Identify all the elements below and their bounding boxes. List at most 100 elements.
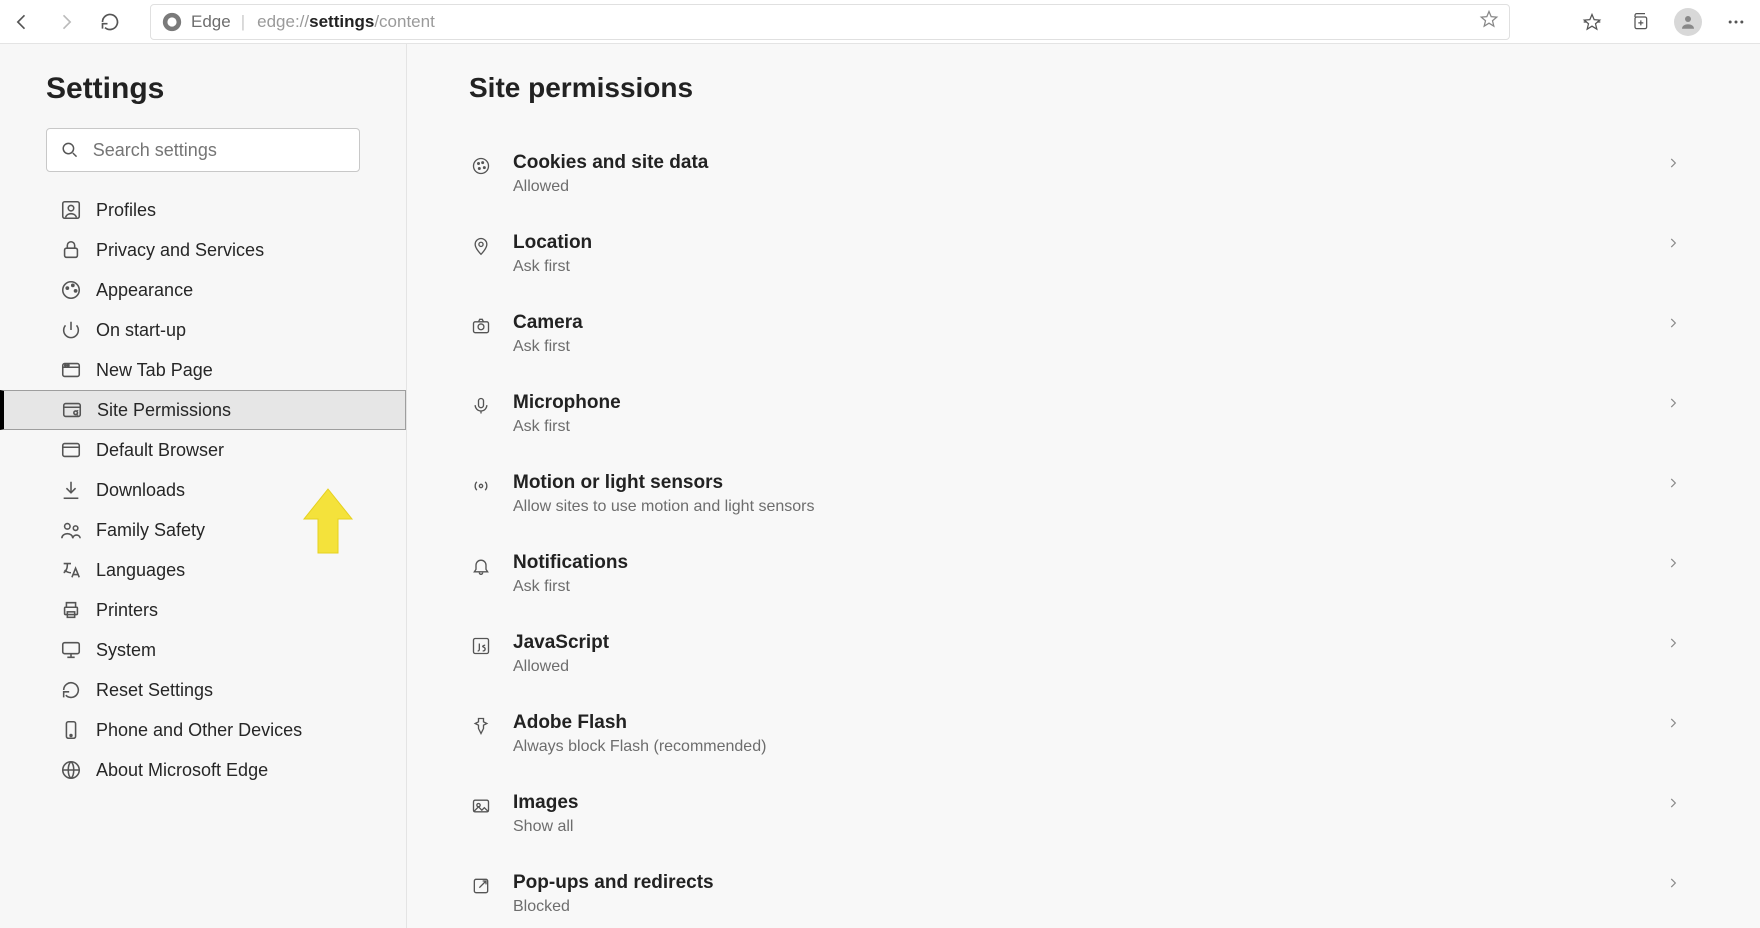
- permission-title: Cookies and site data: [513, 152, 1666, 174]
- sidebar-item-system[interactable]: System: [0, 630, 406, 670]
- permission-title: Motion or light sensors: [513, 472, 1666, 494]
- forward-button[interactable]: [44, 0, 88, 44]
- browser-name-label: Edge: [191, 12, 231, 32]
- permission-text: NotificationsAsk first: [513, 552, 1666, 596]
- sidebar-item-printers[interactable]: Printers: [0, 590, 406, 630]
- permission-text: ImagesShow all: [513, 792, 1666, 836]
- permissions-list: Cookies and site dataAllowedLocationAsk …: [469, 134, 1690, 928]
- permission-row-pop-ups-and-redirects[interactable]: Pop-ups and redirectsBlocked: [469, 854, 1690, 928]
- js-icon: [469, 634, 493, 658]
- permission-row-camera[interactable]: CameraAsk first: [469, 294, 1690, 374]
- sidebar-item-site-permissions[interactable]: Site Permissions: [0, 390, 406, 430]
- permission-row-cookies-and-site-data[interactable]: Cookies and site dataAllowed: [469, 134, 1690, 214]
- permission-subtitle: Ask first: [513, 578, 1666, 596]
- permission-text: Cookies and site dataAllowed: [513, 152, 1666, 196]
- permission-subtitle: Blocked: [513, 898, 1666, 916]
- permission-text: Motion or light sensors Allow sites to us…: [513, 472, 1666, 516]
- search-icon: [61, 140, 79, 160]
- sidebar-item-label: About Microsoft Edge: [96, 760, 268, 781]
- sidebar-item-languages[interactable]: Languages: [0, 550, 406, 590]
- bell-icon: [469, 554, 493, 578]
- cookie-icon: [469, 154, 493, 178]
- sidebar-item-on-start-up[interactable]: On start-up: [0, 310, 406, 350]
- more-menu-button[interactable]: [1712, 0, 1760, 44]
- sidebar-item-downloads[interactable]: Downloads: [0, 470, 406, 510]
- address-bar[interactable]: Edge | edge://settings/content: [150, 4, 1510, 40]
- sidebar-item-privacy-and-services[interactable]: Privacy and Services: [0, 230, 406, 270]
- camera-icon: [469, 314, 493, 338]
- permission-row-adobe-flash[interactable]: Adobe Flash Always block Flash (recommend…: [469, 694, 1690, 774]
- permission-subtitle: Ask first: [513, 338, 1666, 356]
- sidebar-item-profiles[interactable]: Profiles: [0, 190, 406, 230]
- permission-title: Microphone: [513, 392, 1666, 414]
- sidebar-item-label: Privacy and Services: [96, 240, 264, 261]
- settings-main-panel: Site permissions Cookies and site dataAl…: [407, 44, 1760, 928]
- permission-subtitle: Always block Flash (recommended): [513, 738, 1666, 756]
- sidebar-item-about-microsoft-edge[interactable]: About Microsoft Edge: [0, 750, 406, 790]
- location-icon: [469, 234, 493, 258]
- search-settings-box[interactable]: [46, 128, 360, 172]
- favorite-star-icon[interactable]: [1479, 9, 1499, 34]
- permission-title: Adobe Flash: [513, 712, 1666, 734]
- mic-icon: [469, 394, 493, 418]
- printer-icon: [60, 599, 82, 621]
- permission-row-javascript[interactable]: JavaScript Allowed: [469, 614, 1690, 694]
- chevron-right-icon: [1666, 156, 1690, 170]
- permission-text: Microphone Ask first: [513, 392, 1666, 436]
- settings-title: Settings: [46, 72, 360, 106]
- back-button[interactable]: [0, 0, 44, 44]
- search-settings-input[interactable]: [93, 140, 345, 161]
- address-divider: |: [241, 12, 245, 32]
- chevron-right-icon: [1666, 876, 1690, 890]
- sidebar-item-label: New Tab Page: [96, 360, 213, 381]
- family-icon: [60, 519, 82, 541]
- privacy-icon: [60, 239, 82, 261]
- default-icon: [60, 439, 82, 461]
- permission-row-location[interactable]: LocationAsk first: [469, 214, 1690, 294]
- chevron-right-icon: [1666, 796, 1690, 810]
- chevron-right-icon: [1666, 316, 1690, 330]
- system-icon: [60, 639, 82, 661]
- sidebar-item-label: On start-up: [96, 320, 186, 341]
- chevron-right-icon: [1666, 476, 1690, 490]
- chevron-right-icon: [1666, 556, 1690, 570]
- sidebar-item-family-safety[interactable]: Family Safety: [0, 510, 406, 550]
- sidebar-item-phone-and-other-devices[interactable]: Phone and Other Devices: [0, 710, 406, 750]
- permission-subtitle: Allowed: [513, 658, 1666, 676]
- refresh-button[interactable]: [88, 0, 132, 44]
- sidebar-item-reset-settings[interactable]: Reset Settings: [0, 670, 406, 710]
- sidebar-item-new-tab-page[interactable]: New Tab Page: [0, 350, 406, 390]
- permission-subtitle: Allow sites to use motion and light sens…: [513, 498, 1666, 516]
- page-heading: Site permissions: [469, 72, 1690, 104]
- permission-subtitle: Ask first: [513, 258, 1666, 276]
- phone-icon: [60, 719, 82, 741]
- permission-text: Pop-ups and redirectsBlocked: [513, 872, 1666, 916]
- profile-avatar[interactable]: [1664, 0, 1712, 44]
- edge-logo-icon: [161, 11, 183, 33]
- permission-text: JavaScript Allowed: [513, 632, 1666, 676]
- permission-row-notifications[interactable]: NotificationsAsk first: [469, 534, 1690, 614]
- sidebar-item-label: Default Browser: [96, 440, 224, 461]
- browser-toolbar: Edge | edge://settings/content: [0, 0, 1760, 44]
- sidebar-item-label: Profiles: [96, 200, 156, 221]
- profiles-icon: [60, 199, 82, 221]
- permission-row-motion-or-light-sensors[interactable]: Motion or light sensors Allow sites to us…: [469, 454, 1690, 534]
- permission-title: JavaScript: [513, 632, 1666, 654]
- sidebar-item-label: Phone and Other Devices: [96, 720, 302, 741]
- sidebar-item-default-browser[interactable]: Default Browser: [0, 430, 406, 470]
- sidebar-item-label: Printers: [96, 600, 158, 621]
- sidebar-item-appearance[interactable]: Appearance: [0, 270, 406, 310]
- settings-nav: Profiles Privacy and Services Appearance On…: [0, 190, 406, 790]
- permission-row-microphone[interactable]: Microphone Ask first: [469, 374, 1690, 454]
- permission-subtitle: Ask first: [513, 418, 1666, 436]
- settings-sidebar: Settings Profiles Privacy and Services App…: [0, 44, 407, 928]
- favorites-button[interactable]: [1568, 0, 1616, 44]
- download-icon: [60, 479, 82, 501]
- power-icon: [60, 319, 82, 341]
- newtab-icon: [60, 359, 82, 381]
- collections-button[interactable]: [1616, 0, 1664, 44]
- popup-icon: [469, 874, 493, 898]
- permission-row-images[interactable]: ImagesShow all: [469, 774, 1690, 854]
- sidebar-item-label: Downloads: [96, 480, 185, 501]
- siteperm-icon: [61, 399, 83, 421]
